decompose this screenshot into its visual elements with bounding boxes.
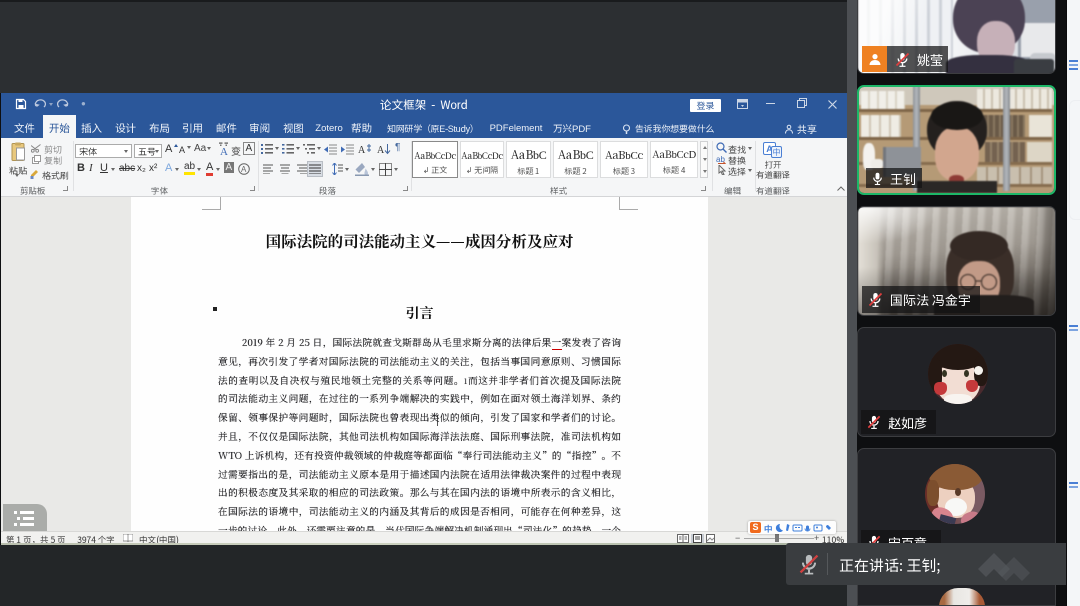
svg-text:A: A <box>241 165 247 174</box>
svg-text:A: A <box>358 145 366 155</box>
svg-text:中: 中 <box>773 147 781 157</box>
svg-text:A: A <box>377 145 385 155</box>
svg-text:A: A <box>220 146 228 156</box>
